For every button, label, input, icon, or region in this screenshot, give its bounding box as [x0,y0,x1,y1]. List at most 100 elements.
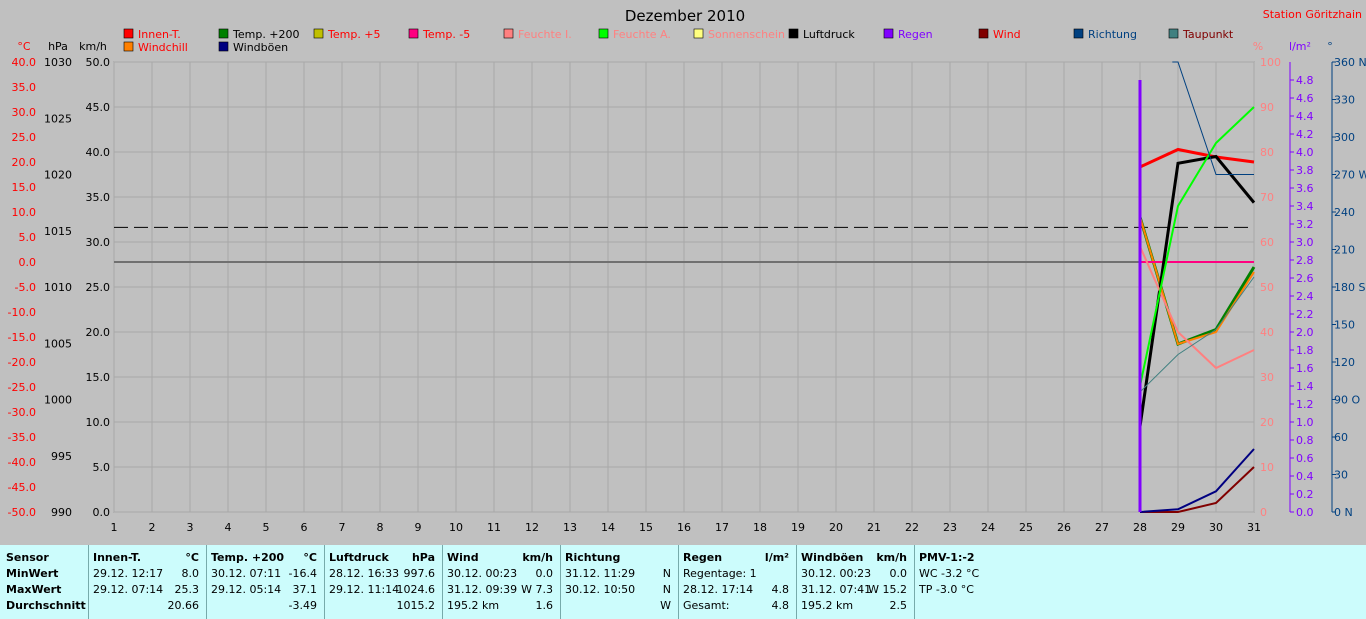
stats-wind-min-val: 0.0 [535,567,554,580]
humidity-tick-label: 90 [1260,101,1274,114]
stats-druck-max-date: 29.12. 11:14 [329,583,400,596]
stats-boeen-unit: km/h [876,551,907,564]
stats-boeen-min-val: 0.0 [889,567,908,580]
rain-tick-label: 1.0 [1296,416,1314,429]
legend-label: Wind [993,28,1021,41]
pressure-tick-label: 1030 [44,56,72,69]
stats-regen-unit: l/m² [764,551,789,564]
legend-swatch [218,41,229,52]
stats-temp-min-date: 30.12. 07:11 [211,567,282,580]
temp-tick-label: 40.0 [12,56,37,69]
legend-label: Richtung [1088,28,1137,41]
temp-tick-label: 0.0 [19,256,37,269]
humidity-tick-label: 30 [1260,371,1274,384]
legend-swatch [408,28,419,39]
stats-druck-unit: hPa [411,551,435,564]
speed-tick-label: 45.0 [86,101,111,114]
rain-tick-label: 3.6 [1296,182,1314,195]
stats-wind-avg-km: 195.2 km [447,599,500,612]
legend-swatch [598,28,609,39]
stats-druck-max-val: 1024.6 [396,583,436,596]
speed-tick-label: 10.0 [86,416,111,429]
stats-boeen-avg: 2.5 [889,599,908,612]
humidity-tick-label: 70 [1260,191,1274,204]
stats-richtung-avg: W [660,599,671,612]
legend-swatch [218,28,229,39]
stats-richtung-title: Richtung [565,551,621,564]
x-tick-label: 25 [1019,521,1033,534]
direction-tick-label: 270 W [1334,169,1366,182]
stats-col-richtung: Richtung 31.12. 11:29 N 30.12. 10:50 N W [565,551,675,617]
x-tick-label: 7 [339,521,346,534]
weather-chart: 1 2 3 4 5 6 7 8 9 10 11 12 13 14 15 16 17 18 19 20 21 22 23 24 2… [0,0,1366,545]
speed-axis-unit: km/h [79,40,107,53]
legend-swatch [788,28,799,39]
temp-tick-label: 5.0 [19,231,37,244]
separator [796,545,797,619]
stats-temp-title: Temp. +200 [211,551,285,564]
legend-swatch [313,28,324,39]
separator [206,545,207,619]
x-tick-label: 5 [263,521,270,534]
direction-tick-label: 30 [1334,469,1348,482]
direction-tick-label: 360 N [1334,56,1366,69]
stats-boeen-avg-km: 195.2 km [801,599,854,612]
stats-richtung-min-val: N [662,567,671,580]
temp-tick-label: 25.0 [12,131,37,144]
pressure-tick-label: 1015 [44,225,72,238]
separator [88,545,89,619]
stats-temp-avg: -3.49 [288,599,317,612]
direction-tick-label: 330 [1334,94,1355,107]
temp-tick-label: 30.0 [12,106,37,119]
direction-tick-label: 180 S [1334,281,1365,294]
stats-regen-row2-val: 4.8 [771,583,790,596]
x-tick-label: 1 [111,521,118,534]
stats-druck-min-val: 997.6 [403,567,436,580]
rain-tick-label: 0.6 [1296,452,1314,465]
legend-label: Luftdruck [803,28,855,41]
stats-regen-row3: Gesamt: [683,599,730,612]
x-tick-label: 8 [377,521,384,534]
stats-boeen-title: Windböen [801,551,864,564]
speed-tick-label: 30.0 [86,236,111,249]
stats-col-pmv: PMV-1:-2 WC -3.2 °C TP -3.0 °C [919,551,1029,617]
stats-temp-min-val: -16.4 [288,567,317,580]
rain-tick-label: 2.2 [1296,308,1314,321]
rain-tick-label: 3.8 [1296,164,1314,177]
legend-label: Temp. +5 [327,28,381,41]
speed-tick-label: 35.0 [86,191,111,204]
x-tick-label: 3 [187,521,194,534]
separator [324,545,325,619]
rain-tick-label: 0.4 [1296,470,1314,483]
x-tick-label: 15 [639,521,653,534]
direction-tick-label: 90 O [1334,394,1360,407]
legend-label: Windböen [233,41,288,54]
stats-col-wind: Wind km/h 30.12. 00:23 0.0 31.12. 09:39 W 7… [447,551,557,617]
rain-tick-label: 1.8 [1296,344,1314,357]
temp-tick-label: -20.0 [8,356,36,369]
temp-tick-label: 35.0 [12,81,37,94]
stats-innen-min-val: 8.0 [181,567,200,580]
rain-tick-label: 0.2 [1296,488,1314,501]
x-tick-label: 17 [715,521,729,534]
stats-temp-max-val: 37.1 [292,583,318,596]
x-tick-label: 22 [905,521,919,534]
temp-tick-label: -40.0 [8,456,36,469]
x-tick-label: 24 [981,521,995,534]
direction-axis-unit: ° [1327,40,1333,53]
stats-regen-row3-val: 4.8 [771,599,790,612]
stats-wind-max-date: 31.12. 09:39 [447,583,518,596]
rain-axis-unit: l/m² [1289,40,1311,53]
x-tick-label: 10 [449,521,463,534]
legend-swatch [123,28,134,39]
stats-richtung-min-date: 31.12. 11:29 [565,567,636,580]
stats-richtung-max-date: 30.12. 10:50 [565,583,636,596]
x-tick-label: 2 [149,521,156,534]
x-tick-label: 29 [1171,521,1185,534]
stats-regen-row1: Regentage: 1 [683,567,757,580]
x-tick-label: 16 [677,521,691,534]
x-tick-label: 23 [943,521,957,534]
rain-tick-label: 2.6 [1296,272,1314,285]
legend-swatch [123,41,134,52]
direction-tick-label: 0 N [1334,506,1353,519]
